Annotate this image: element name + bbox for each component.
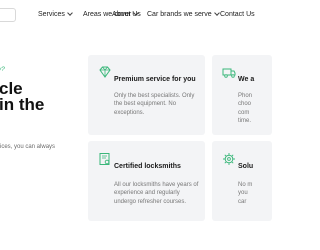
feature-card-partial-1: We a Phon choo com time. xyxy=(212,55,272,135)
nav-cta-button-partial[interactable] xyxy=(0,8,16,22)
nav-item-car-brands[interactable]: Car brands we serve xyxy=(147,10,220,18)
truck-icon xyxy=(222,68,236,78)
card-title: Premium service for you xyxy=(114,76,196,83)
card-description: No m you car xyxy=(238,182,253,205)
feature-card-certified: Certified locksmiths All our locksmiths … xyxy=(88,141,205,221)
diamond-icon xyxy=(99,66,111,78)
nav-item-contact[interactable]: Contact Us xyxy=(220,11,255,18)
nav-item-label: Contact Us xyxy=(220,11,255,18)
nav-item-label: Services xyxy=(38,11,65,18)
chevron-down-icon xyxy=(213,10,220,16)
feature-card-premium: Premium service for you Only the best sp… xyxy=(88,55,205,135)
hero-tagline: y? xyxy=(0,66,5,73)
card-title: Solu xyxy=(238,163,254,170)
gear-icon xyxy=(223,153,235,165)
nav-item-label: Car brands we serve xyxy=(147,11,212,18)
chevron-down-icon xyxy=(67,10,73,16)
hero-subtext: ices, you can always xyxy=(0,144,56,150)
card-title: Certified locksmiths xyxy=(114,163,181,170)
nav-item-services[interactable]: Services xyxy=(38,10,73,18)
hero-heading-line-2: in the xyxy=(0,95,45,114)
top-navigation: Services Areas we cover About Us Car bra… xyxy=(0,0,255,30)
nav-item-label: About Us xyxy=(112,11,141,18)
card-title: We a xyxy=(238,76,255,83)
certificate-icon xyxy=(99,153,110,165)
feature-card-partial-2: Solu No m you car xyxy=(212,141,272,221)
nav-item-about[interactable]: About Us xyxy=(112,11,141,18)
card-description: All our locksmiths have years of experie… xyxy=(114,182,199,205)
card-description: Only the best specialists. Only the best… xyxy=(114,93,195,116)
card-description: Phon choo com time. xyxy=(238,93,253,124)
